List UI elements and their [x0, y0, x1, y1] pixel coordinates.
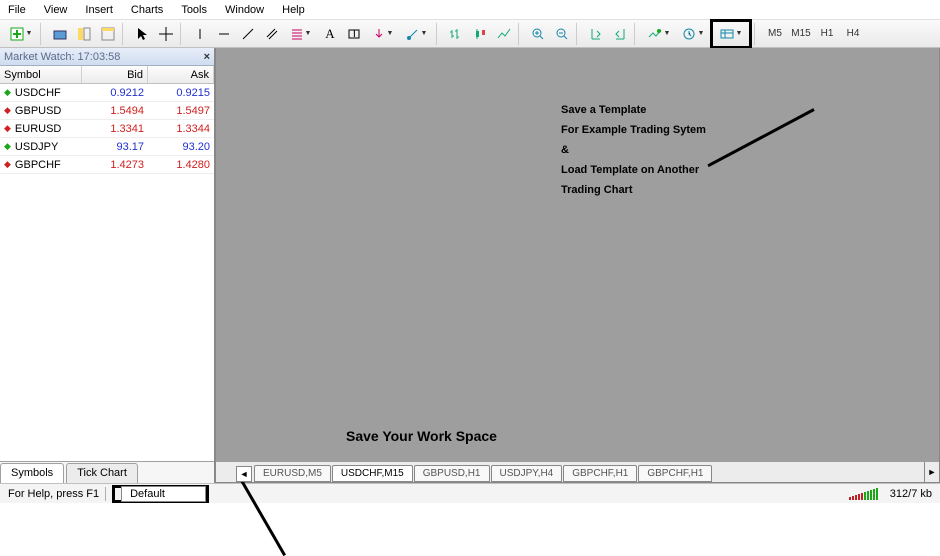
arrow-down-icon: ◆ [4, 159, 11, 170]
connection-status-icon[interactable] [849, 488, 878, 500]
menu-charts[interactable]: Charts [131, 4, 163, 16]
ask-price: 1.4280 [148, 159, 214, 171]
timeframe-m5[interactable]: M5 [762, 23, 788, 45]
symbol-name: EURUSD [15, 123, 61, 135]
toolbar: ▼ ▼ A T ▼ ▼ ▼ ▼ ▼ M5 M15 H1 H4 [0, 20, 940, 48]
menu-help[interactable]: Help [282, 4, 305, 16]
arrow-up-icon: ◆ [4, 141, 11, 152]
chart-tab-0[interactable]: EURUSD,M5 [254, 465, 331, 482]
navigator-toggle[interactable] [96, 23, 120, 45]
fibo-tool[interactable]: ▼ [284, 23, 318, 45]
symbol-name: GBPCHF [15, 159, 61, 171]
profile-highlight: Default [112, 485, 209, 503]
chart-area[interactable]: Save a Template For Example Trading Syte… [215, 48, 940, 483]
timeframe-h1[interactable]: H1 [814, 23, 840, 45]
chart-tab-5[interactable]: GBPCHF,H1 [638, 465, 712, 482]
market-watch-close-icon[interactable]: × [204, 51, 210, 63]
bid-price: 93.17 [82, 141, 148, 153]
market-watch-title: Market Watch: 17:03:58 [4, 51, 120, 63]
bid-price: 1.3341 [82, 123, 148, 135]
menu-window[interactable]: Window [225, 4, 264, 16]
template-button[interactable]: ▼ [714, 23, 748, 45]
tab-symbols[interactable]: Symbols [0, 463, 64, 483]
annotation-arrow-template [707, 108, 814, 167]
status-help-text: For Help, press F1 [8, 488, 99, 500]
market-watch-panel: Market Watch: 17:03:58 × Symbol Bid Ask … [0, 48, 215, 483]
arrows-tool[interactable]: ▼ [366, 23, 400, 45]
market-watch-tabs: Symbols Tick Chart [0, 461, 214, 483]
ask-price: 1.3344 [148, 123, 214, 135]
ask-price: 0.9215 [148, 87, 214, 99]
profiles-button[interactable] [48, 23, 72, 45]
trendline-tool[interactable] [236, 23, 260, 45]
chart-tab-1[interactable]: USDCHF,M15 [332, 465, 413, 482]
market-watch-row[interactable]: ◆ USDCHF 0.92120.9215 [0, 84, 214, 102]
symbol-name: GBPUSD [15, 105, 61, 117]
autoscroll-button[interactable] [584, 23, 608, 45]
annotation-template-text: Save a Template For Example Trading Syte… [561, 100, 706, 200]
header-ask[interactable]: Ask [148, 66, 214, 83]
indicators-button[interactable]: ▼ [642, 23, 676, 45]
arrow-up-icon: ◆ [4, 87, 11, 98]
template-button-highlight: ▼ [710, 19, 752, 49]
bid-price: 1.5494 [82, 105, 148, 117]
market-watch-row[interactable]: ◆ GBPCHF 1.42731.4280 [0, 156, 214, 174]
symbol-name: USDCHF [15, 87, 61, 99]
text-tool[interactable]: A [318, 23, 342, 45]
new-chart-button[interactable]: ▼ [4, 23, 38, 45]
menu-view[interactable]: View [44, 4, 68, 16]
periodicity-button[interactable]: ▼ [676, 23, 710, 45]
bid-price: 0.9212 [82, 87, 148, 99]
menu-tools[interactable]: Tools [181, 4, 207, 16]
market-watch-title-bar: Market Watch: 17:03:58 × [0, 48, 214, 66]
zoom-in-button[interactable] [526, 23, 550, 45]
crosshair-tool[interactable] [154, 23, 178, 45]
chartshift-button[interactable] [608, 23, 632, 45]
chart-tabs-bar: ◄ EURUSD,M5 USDCHF,M15 GBPUSD,H1 USDJPY,… [216, 462, 924, 482]
menu-insert[interactable]: Insert [85, 4, 113, 16]
chart-tab-scroll-left[interactable]: ◄ [236, 466, 252, 482]
market-watch-row[interactable]: ◆ GBPUSD 1.54941.5497 [0, 102, 214, 120]
annotation-workspace-text: Save Your Work Space [346, 428, 497, 444]
svg-text:T: T [351, 28, 358, 40]
profile-selector[interactable]: Default [121, 486, 206, 502]
arrow-down-icon: ◆ [4, 123, 11, 134]
market-watch-body: ◆ USDCHF 0.92120.9215 ◆ GBPUSD 1.54941.5497 ◆ E… [0, 84, 214, 461]
timeframe-h4[interactable]: H4 [840, 23, 866, 45]
timeframe-m15[interactable]: M15 [788, 23, 814, 45]
candles-chart-button[interactable] [468, 23, 492, 45]
cursor-tool[interactable] [130, 23, 154, 45]
vertical-line-tool[interactable] [188, 23, 212, 45]
market-watch-header: Symbol Bid Ask [0, 66, 214, 84]
chart-tab-3[interactable]: USDJPY,H4 [491, 465, 563, 482]
market-watch-row[interactable]: ◆ EURUSD 1.33411.3344 [0, 120, 214, 138]
menu-file[interactable]: File [8, 4, 26, 16]
header-bid[interactable]: Bid [82, 66, 148, 83]
ask-price: 1.5497 [148, 105, 214, 117]
tab-tick-chart[interactable]: Tick Chart [66, 463, 138, 483]
channel-tool[interactable] [260, 23, 284, 45]
chart-tab-4[interactable]: GBPCHF,H1 [563, 465, 637, 482]
bars-chart-button[interactable] [444, 23, 468, 45]
horizontal-line-tool[interactable] [212, 23, 236, 45]
zoom-out-button[interactable] [550, 23, 574, 45]
header-symbol[interactable]: Symbol [0, 66, 82, 83]
chart-tab-scroll-right[interactable]: ► [924, 462, 939, 482]
chart-tab-2[interactable]: GBPUSD,H1 [414, 465, 490, 482]
menu-bar: File View Insert Charts Tools Window Hel… [0, 0, 940, 20]
main-area: Market Watch: 17:03:58 × Symbol Bid Ask … [0, 48, 940, 483]
objects-tool[interactable]: ▼ [400, 23, 434, 45]
bid-price: 1.4273 [82, 159, 148, 171]
ask-price: 93.20 [148, 141, 214, 153]
market-watch-row[interactable]: ◆ USDJPY 93.1793.20 [0, 138, 214, 156]
line-chart-button[interactable] [492, 23, 516, 45]
symbol-name: USDJPY [15, 141, 58, 153]
status-traffic: 312/7 kb [890, 488, 932, 500]
market-watch-toggle[interactable] [72, 23, 96, 45]
text-label-tool[interactable]: T [342, 23, 366, 45]
status-bar: For Help, press F1 Default 312/7 kb [0, 483, 940, 503]
arrow-down-icon: ◆ [4, 105, 11, 116]
